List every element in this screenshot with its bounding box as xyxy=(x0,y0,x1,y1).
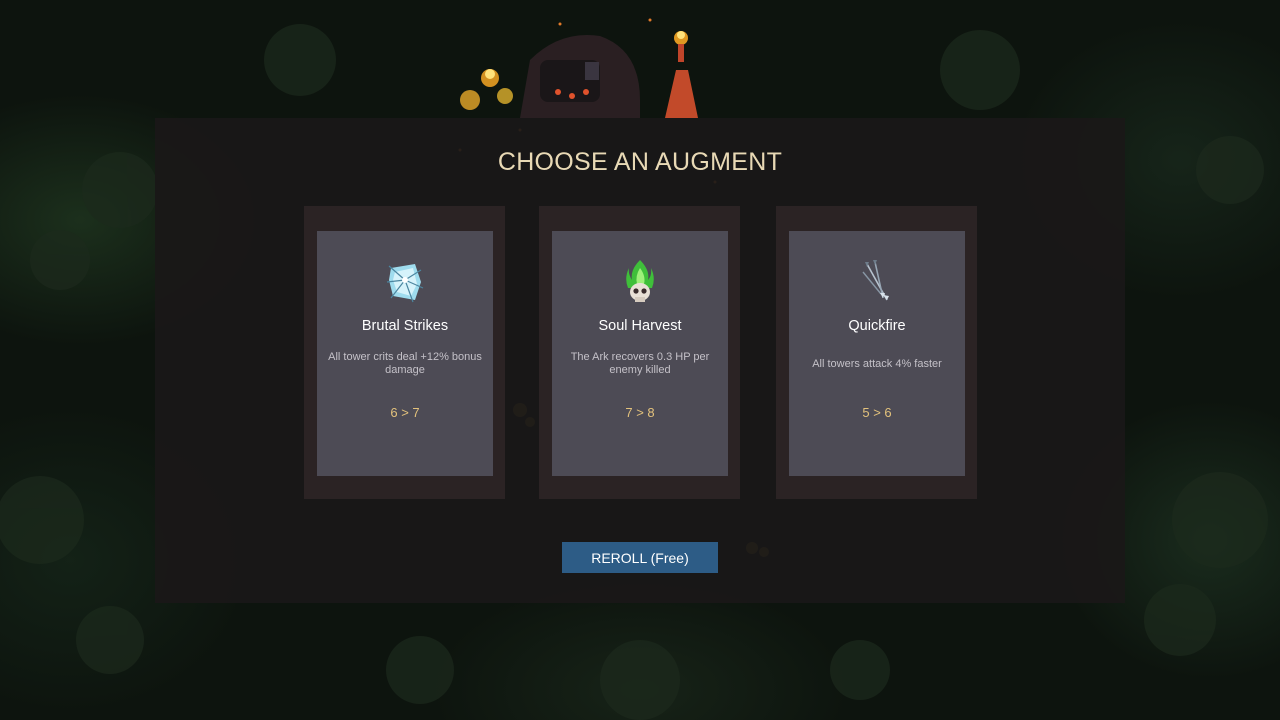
torch-flame-right xyxy=(674,31,688,62)
augment-name: Quickfire xyxy=(848,318,906,334)
augment-level: 5 > 6 xyxy=(862,405,892,420)
reroll-button[interactable]: REROLL (Free) xyxy=(562,542,718,573)
augment-card-frame-soul-harvest: Soul Harvest The Ark recovers 0.3 HP per… xyxy=(539,206,740,499)
augment-level: 7 > 8 xyxy=(625,405,655,420)
green-flame-skull-icon xyxy=(626,260,654,302)
torch-flame-left xyxy=(460,69,513,110)
arrows-icon xyxy=(862,260,889,301)
augment-name: Brutal Strikes xyxy=(361,318,449,334)
augment-card-frame-quickfire: Quickfire All towers attack 4% faster 5 … xyxy=(776,206,977,499)
augment-level: 6 > 7 xyxy=(390,405,420,420)
augment-name: Soul Harvest xyxy=(598,318,682,334)
augment-card-frame-brutal-strikes: Brutal Strikes All tower crits deal +12%… xyxy=(304,206,505,499)
augment-card-quickfire[interactable]: Quickfire All towers attack 4% faster 5 … xyxy=(789,231,965,476)
game-scene: CHOOSE AN AUGMENT Brutal Strikes All tow… xyxy=(0,0,1280,720)
ark-tower-silhouette xyxy=(520,35,698,118)
augment-description: All tower crits deal +12% bonus damage xyxy=(328,351,482,376)
augment-card-soul-harvest[interactable]: Soul Harvest The Ark recovers 0.3 HP per… xyxy=(552,231,728,476)
augment-description: The Ark recovers 0.3 HP per enemy killed xyxy=(570,351,710,376)
shattered-crystal-icon xyxy=(386,264,424,303)
screen-title: CHOOSE AN AUGMENT xyxy=(497,148,783,176)
augment-card-brutal-strikes[interactable]: Brutal Strikes All tower crits deal +12%… xyxy=(317,231,493,476)
augment-description: All towers attack 4% faster xyxy=(812,357,942,370)
